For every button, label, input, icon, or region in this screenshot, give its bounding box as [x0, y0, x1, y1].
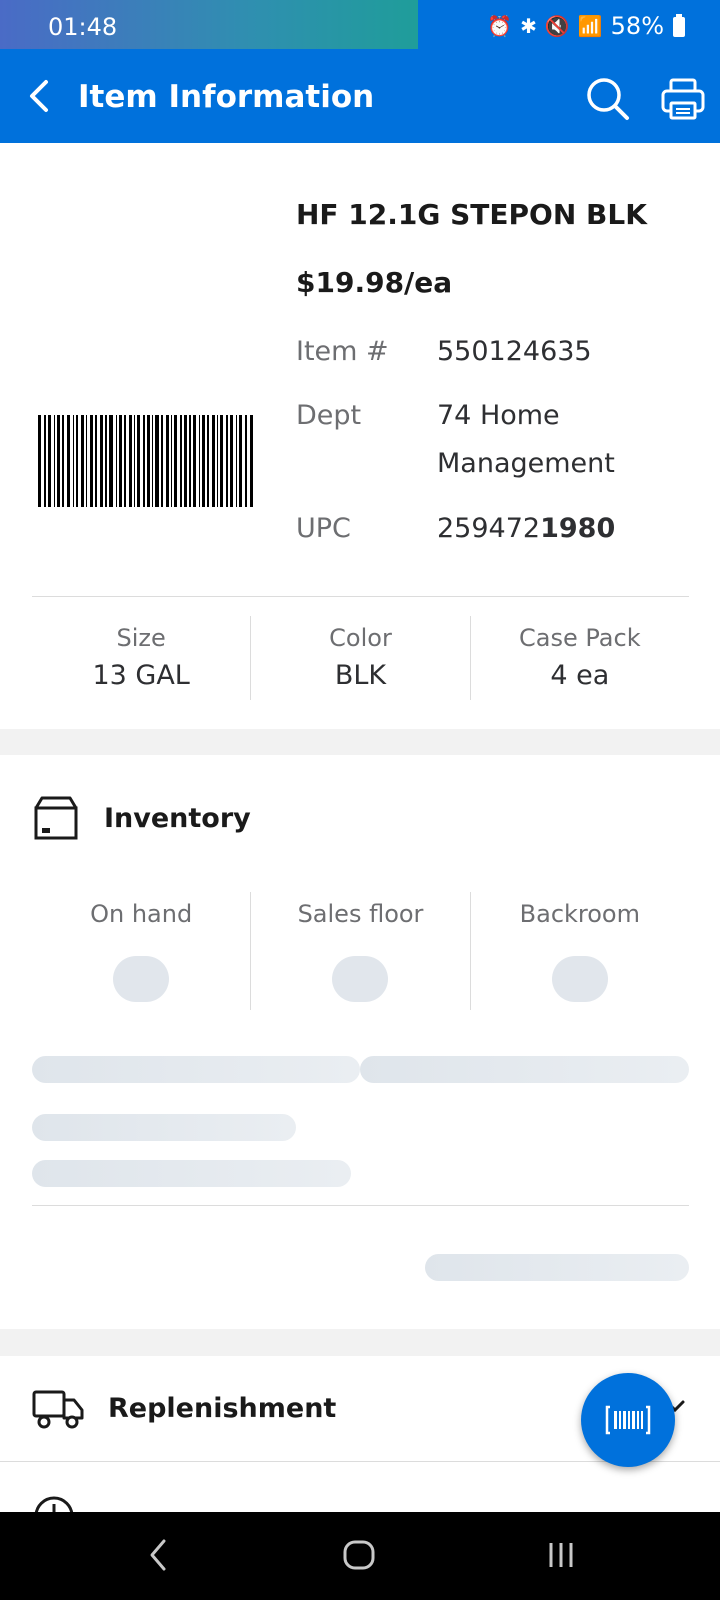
truck-icon	[32, 1390, 84, 1429]
inventory-title: Inventory	[104, 802, 251, 834]
loading-placeholder	[425, 1254, 689, 1281]
section-separator	[0, 729, 720, 755]
box-icon	[34, 796, 78, 840]
app-bar: Item Information	[0, 49, 720, 143]
dept-value-line1: 74 Home	[437, 400, 560, 431]
attribute-case-pack: Case Pack 4 ea	[471, 616, 689, 700]
inventory-header: Inventory	[32, 794, 251, 842]
attribute-value: BLK	[334, 660, 387, 691]
attribute-label: Case Pack	[519, 624, 641, 652]
clock-icon	[34, 1496, 74, 1514]
inventory-label: Sales floor	[297, 900, 424, 928]
dept-label: Dept	[296, 400, 362, 431]
battery-icon	[673, 14, 685, 37]
replenishment-title: Replenishment	[108, 1392, 337, 1424]
loading-placeholder	[113, 956, 170, 1002]
nav-home-icon[interactable]	[342, 1537, 378, 1573]
barcode-scan-icon	[605, 1405, 651, 1435]
section-separator	[0, 1329, 720, 1356]
inventory-on-hand: On hand	[32, 892, 252, 1010]
page-title: Item Information	[78, 79, 375, 115]
product-name: HF 12.1G STEPON BLK	[296, 198, 647, 231]
inventory-label: Backroom	[519, 900, 640, 928]
inventory-counts: On hand Sales floor Backroom	[32, 892, 689, 1010]
battery-percent: 58%	[610, 12, 664, 40]
attribute-value: 4 ea	[550, 660, 610, 691]
nav-back-icon[interactable]	[146, 1537, 170, 1573]
status-icons: ⏰ ✱ 🔇 📶 58%	[487, 12, 686, 40]
loading-placeholder	[32, 1056, 360, 1083]
attribute-label: Color	[329, 624, 392, 652]
loading-placeholder	[360, 1056, 689, 1083]
status-bar: 01:48 ⏰ ✱ 🔇 📶 58%	[0, 0, 720, 49]
inventory-label: On hand	[90, 900, 193, 928]
attribute-value: 13 GAL	[92, 660, 190, 691]
upc-value-prefix: 259472	[437, 513, 541, 544]
inventory-sales-floor: Sales floor	[251, 892, 471, 1010]
product-price: $19.98/ea	[296, 266, 453, 299]
dept-value-line2: Management	[437, 448, 615, 479]
loading-placeholder	[32, 1114, 296, 1141]
mute-icon: 🔇	[544, 14, 570, 38]
loading-placeholder	[332, 956, 389, 1002]
product-attributes: Size 13 GAL Color BLK Case Pack 4 ea	[32, 616, 689, 700]
divider	[32, 596, 689, 597]
wifi-icon: 📶	[577, 14, 603, 38]
item-number-label: Item #	[296, 336, 389, 367]
print-icon[interactable]	[660, 77, 706, 121]
system-nav-bar	[0, 1512, 720, 1600]
loading-placeholder	[32, 1160, 351, 1187]
attribute-color: Color BLK	[251, 616, 471, 700]
attribute-size: Size 13 GAL	[32, 616, 252, 700]
back-icon[interactable]	[20, 74, 60, 118]
search-icon[interactable]	[584, 75, 630, 121]
dept-value: 74 Home Management	[437, 392, 615, 488]
attribute-label: Size	[116, 624, 166, 652]
bluetooth-icon: ✱	[520, 14, 537, 38]
replenishment-header[interactable]: Replenishment	[32, 1386, 336, 1430]
status-time: 01:48	[48, 13, 118, 41]
nav-recents-icon[interactable]	[546, 1537, 576, 1573]
alarm-icon: ⏰	[487, 14, 513, 38]
barcode-image	[38, 415, 253, 507]
loading-placeholder	[551, 956, 608, 1002]
item-number-value: 550124635	[437, 336, 592, 367]
upc-value: 2594721980	[437, 505, 615, 553]
upc-label: UPC	[296, 513, 351, 544]
inventory-backroom: Backroom	[471, 892, 689, 1010]
divider	[32, 1205, 689, 1206]
scan-barcode-button[interactable]	[581, 1373, 675, 1467]
upc-value-bold: 1980	[540, 513, 616, 544]
